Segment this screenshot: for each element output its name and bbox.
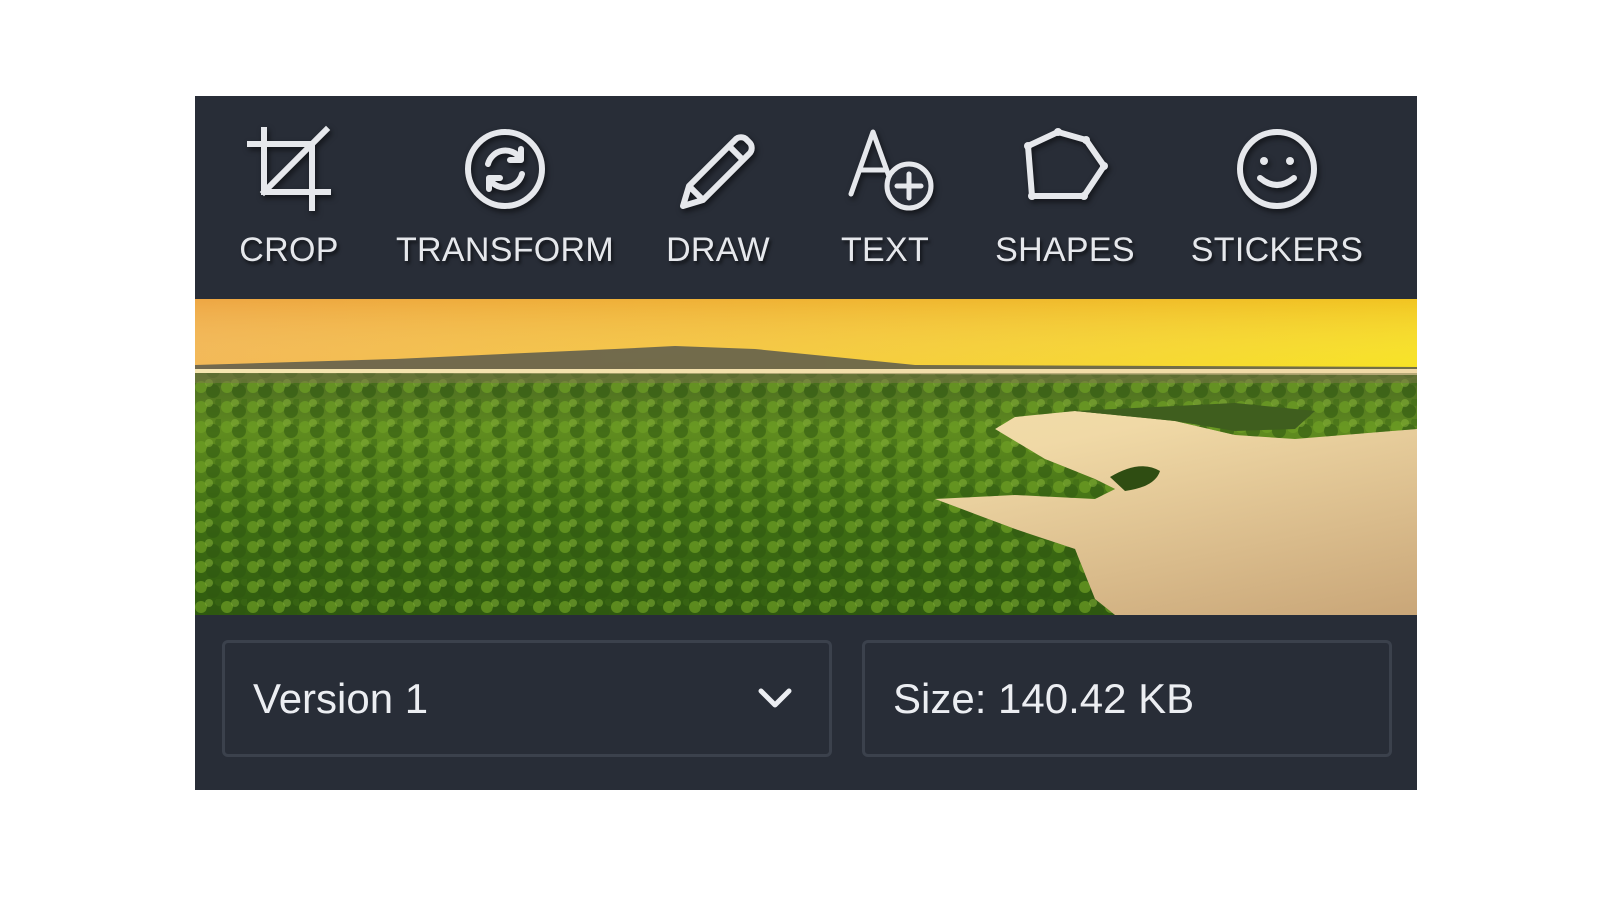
transform-tool-button[interactable]: TRANSFORM xyxy=(396,96,614,299)
smiley-icon xyxy=(1232,124,1322,214)
crop-tool-label: CROP xyxy=(239,231,339,269)
file-size-display: Size: 140.42 KB xyxy=(862,640,1392,757)
draw-tool-button[interactable]: DRAW xyxy=(663,96,773,299)
editor-toolbar: CROP TRANSFORM DRAW TEXT SHAPES STICKERS xyxy=(195,96,1417,299)
text-tool-label: TEXT xyxy=(840,231,930,269)
forest-lake-photo xyxy=(195,299,1417,615)
stickers-tool-label: STICKERS xyxy=(1190,231,1364,269)
image-editor: CROP TRANSFORM DRAW TEXT SHAPES STICKERS… xyxy=(195,96,1417,790)
transform-tool-label: TRANSFORM xyxy=(395,231,615,269)
image-canvas[interactable] xyxy=(195,299,1417,615)
polygon-icon xyxy=(1020,124,1110,214)
text-add-icon xyxy=(847,124,937,214)
editor-footer: Version 1 Size: 140.42 KB xyxy=(195,615,1417,790)
version-select-value: Version 1 xyxy=(253,674,429,722)
text-tool-button[interactable]: TEXT xyxy=(835,96,935,299)
shapes-tool-button[interactable]: SHAPES xyxy=(995,96,1135,299)
rotate-icon xyxy=(460,124,550,214)
crop-tool-button[interactable]: CROP xyxy=(239,96,339,299)
pencil-icon xyxy=(673,124,763,214)
version-select[interactable]: Version 1 xyxy=(222,640,832,757)
stickers-tool-button[interactable]: STICKERS xyxy=(1190,96,1364,299)
file-size-label: Size: 140.42 KB xyxy=(893,674,1195,722)
draw-tool-label: DRAW xyxy=(666,231,770,269)
crop-icon xyxy=(244,124,334,214)
shapes-tool-label: SHAPES xyxy=(995,231,1135,269)
chevron-down-icon xyxy=(758,688,792,708)
